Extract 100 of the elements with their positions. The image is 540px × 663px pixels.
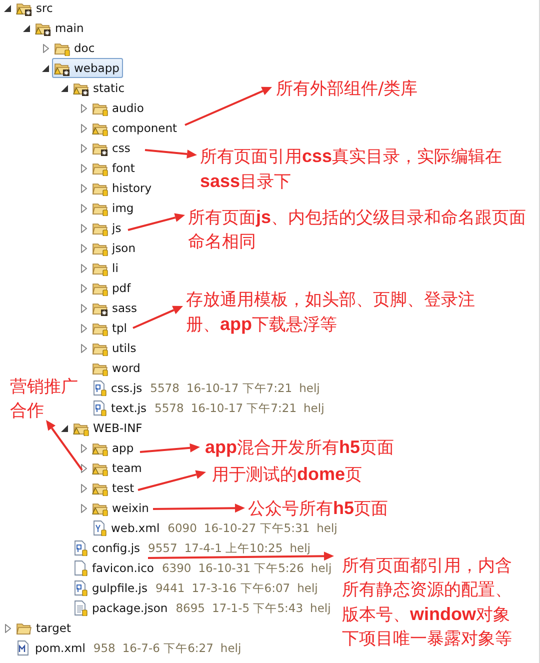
collapse-arrow-icon[interactable] xyxy=(4,4,11,12)
folder-item[interactable]: target xyxy=(14,618,75,638)
annotation-text: 所有页面引用css真实目录，实际编辑在sass目录下 xyxy=(200,145,504,194)
collapse-arrow-icon[interactable] xyxy=(42,64,49,72)
folder-item[interactable]: history xyxy=(90,178,156,198)
file-author: helj xyxy=(220,641,242,655)
folder-item[interactable]: word xyxy=(90,358,144,378)
script-file-icon xyxy=(92,400,107,416)
expand-arrow-icon[interactable] xyxy=(80,444,86,452)
folder-item[interactable]: main xyxy=(33,18,88,38)
folder-item[interactable]: weixin xyxy=(90,498,153,518)
collapse-arrow-icon[interactable] xyxy=(61,84,68,92)
folder-item[interactable]: webapp xyxy=(52,58,124,78)
file-size: 8695 xyxy=(176,601,205,615)
file-icon xyxy=(73,560,88,576)
folder-item[interactable]: utils xyxy=(90,338,140,358)
expand-arrow-icon[interactable] xyxy=(80,504,86,512)
expand-arrow-icon[interactable] xyxy=(80,284,86,292)
collapse-arrow-icon[interactable] xyxy=(61,424,68,432)
folder-item[interactable]: doc xyxy=(52,38,99,58)
file-size: 9557 xyxy=(148,541,178,555)
folder-item[interactable]: app xyxy=(90,438,138,458)
folder-item[interactable]: static xyxy=(71,78,129,98)
arrow xyxy=(144,149,197,159)
maven-file-icon xyxy=(16,640,31,656)
expand-arrow-icon[interactable] xyxy=(80,164,86,172)
file-date: 16-7-6 下午6:27 xyxy=(122,640,214,656)
folder-item[interactable]: css xyxy=(90,138,134,158)
folder-item[interactable]: li xyxy=(90,258,122,278)
file-date: 17-3-16 下午6:07 xyxy=(192,580,290,596)
expand-arrow-icon[interactable] xyxy=(80,124,86,132)
expand-arrow-icon[interactable] xyxy=(80,324,86,332)
annotation-text: 用于测试的dome页 xyxy=(212,463,364,487)
file-item[interactable]: css.js xyxy=(90,378,146,398)
folder-item[interactable]: sass xyxy=(90,298,142,318)
annotation-text: 所有页面都引用，内含所有静态资源的配置、版本号、window对象下项目唯一暴露对象等 xyxy=(342,555,513,651)
folder-item[interactable]: src xyxy=(14,0,57,18)
expand-arrow-icon[interactable] xyxy=(42,44,48,52)
expand-arrow-icon[interactable] xyxy=(80,184,86,192)
file-date: 16-10-27 下午5:31 xyxy=(204,520,310,536)
file-size: 9441 xyxy=(155,581,185,595)
file-item[interactable]: package.json xyxy=(71,598,172,618)
annotation-text: 所有外部组件/类库 xyxy=(276,78,419,101)
arrow xyxy=(140,443,200,453)
folder-item[interactable]: font xyxy=(90,158,139,178)
expand-arrow-icon[interactable] xyxy=(80,204,86,212)
file-date: 17-4-1 上午10:25 xyxy=(184,540,283,556)
file-item[interactable]: text.js xyxy=(90,398,151,418)
folder-item[interactable]: js xyxy=(90,218,126,238)
file-size: 958 xyxy=(93,641,116,655)
file-author: helj xyxy=(304,401,324,415)
expand-arrow-icon[interactable] xyxy=(80,104,86,112)
expand-arrow-icon[interactable] xyxy=(80,264,86,272)
annotation-text: app混合开发所有h5页面 xyxy=(205,436,396,460)
file-author: helj xyxy=(310,601,331,615)
expand-arrow-icon[interactable] xyxy=(80,304,86,312)
folder-item[interactable]: tpl xyxy=(90,318,132,338)
file-date: 17-1-5 下午5:43 xyxy=(212,600,304,616)
script-file-icon xyxy=(73,580,88,596)
expand-arrow-icon[interactable] xyxy=(80,344,86,352)
document-icon xyxy=(73,600,88,616)
folder-item[interactable]: audio xyxy=(90,98,148,118)
file-size: 6390 xyxy=(162,561,192,575)
xml-file-icon xyxy=(92,520,107,536)
annotation-text: 所有页面js、内包括的父级目录和命名跟页面命名相同 xyxy=(188,206,528,254)
script-file-icon xyxy=(92,380,107,396)
expand-arrow-icon[interactable] xyxy=(80,224,86,232)
expand-arrow-icon[interactable] xyxy=(80,244,86,252)
file-author: helj xyxy=(297,581,318,595)
file-date: 16-10-31 下午5:26 xyxy=(198,560,304,576)
folder-item[interactable]: img xyxy=(90,198,138,218)
file-item[interactable]: config.js xyxy=(71,538,144,558)
file-author: helj xyxy=(316,521,338,535)
expand-arrow-icon[interactable] xyxy=(4,624,10,632)
folder-item[interactable]: pdf xyxy=(90,278,135,298)
file-author: helj xyxy=(299,381,320,395)
expand-arrow-icon[interactable] xyxy=(80,144,86,152)
file-item[interactable]: web.xml xyxy=(90,518,164,538)
arrow xyxy=(128,213,185,231)
file-date: 16-10-17 下午7:21 xyxy=(190,400,297,416)
folder-item[interactable]: component xyxy=(90,118,182,138)
script-file-icon xyxy=(73,540,88,556)
file-size: 5578 xyxy=(150,381,180,395)
file-item[interactable]: gulpfile.js xyxy=(71,578,152,598)
folder-item[interactable]: test xyxy=(90,478,138,498)
folder-item[interactable]: json xyxy=(90,238,140,258)
file-size: 6090 xyxy=(168,521,197,535)
annotation-text: 公众号所有h5页面 xyxy=(248,497,390,521)
file-item[interactable]: favicon.ico xyxy=(71,558,158,578)
file-author: helj xyxy=(310,561,332,575)
arrow xyxy=(46,420,83,471)
file-author: helj xyxy=(290,541,310,555)
file-item[interactable]: pom.xml xyxy=(14,638,90,658)
folder-item[interactable]: team xyxy=(90,458,146,478)
expand-arrow-icon[interactable] xyxy=(80,464,86,472)
collapse-arrow-icon[interactable] xyxy=(23,24,30,32)
annotation-text: 存放通用模板，如头部、页脚、登录注册、app下载悬浮等 xyxy=(186,289,476,337)
file-size: 5578 xyxy=(154,401,184,415)
file-date: 16-10-17 下午7:21 xyxy=(186,380,292,396)
expand-arrow-icon[interactable] xyxy=(80,484,86,492)
